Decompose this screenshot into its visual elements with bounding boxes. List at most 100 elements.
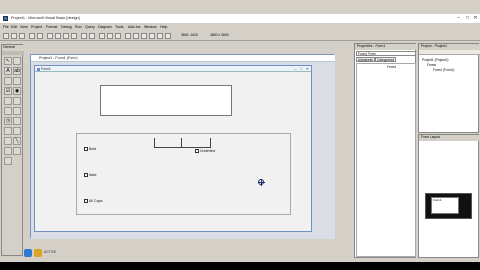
- listbox-tool-icon[interactable]: [13, 97, 21, 105]
- menu-edit[interactable]: Edit: [11, 25, 17, 29]
- menu-run[interactable]: Run: [75, 25, 82, 29]
- data-tool-icon[interactable]: [13, 147, 21, 155]
- tab-alphabetic[interactable]: Alphabetic: [356, 57, 375, 62]
- tree-node-project[interactable]: Project1 (Project1): [422, 58, 448, 62]
- close-button[interactable]: ✕: [472, 15, 479, 21]
- menu-project[interactable]: Project: [31, 25, 42, 29]
- timer-tool-icon[interactable]: ◷: [4, 117, 12, 125]
- shape-tool-icon[interactable]: [4, 137, 12, 145]
- tab-categorized[interactable]: Categorized: [375, 57, 397, 62]
- menu-query[interactable]: Query: [85, 25, 95, 29]
- optionbutton-tool-icon[interactable]: ◉: [13, 87, 21, 95]
- project-explorer: Project - Project1 Project1 (Project1) F…: [418, 43, 480, 133]
- picturebox-tool-icon[interactable]: [13, 57, 21, 65]
- combobox-tool-icon[interactable]: [4, 97, 12, 105]
- tree-node-form1[interactable]: Form1 (Form1): [433, 68, 454, 72]
- checkbox-all-caps-label: All Caps: [89, 199, 103, 203]
- image-tool-icon[interactable]: [4, 147, 12, 155]
- copy-icon[interactable]: [55, 32, 61, 39]
- end-icon[interactable]: [115, 32, 121, 39]
- frame-tool-icon[interactable]: [4, 77, 12, 85]
- form-position-label: Form1: [433, 198, 442, 202]
- properties-row-name: Form1: [387, 65, 397, 69]
- line-control[interactable]: [154, 147, 211, 148]
- properties-object-select[interactable]: Form1 Form: [356, 51, 416, 56]
- pointer-tool-icon[interactable]: ↖: [4, 57, 12, 65]
- toolbox-icon[interactable]: [157, 32, 163, 39]
- form-layout-icon[interactable]: [141, 32, 147, 39]
- open-icon[interactable]: [29, 32, 35, 39]
- find-icon[interactable]: [71, 32, 77, 39]
- maximize-button[interactable]: □: [464, 15, 471, 21]
- app-icon-blue[interactable]: [24, 249, 32, 257]
- minimize-button[interactable]: –: [455, 15, 462, 21]
- standard-toolbar: 3840, 1620 4800 x 3600: [0, 31, 480, 41]
- toolbox: General ↖ A ab ☑ ◉ ◷ ╲: [1, 44, 24, 256]
- form-caption: Form1: [41, 67, 51, 71]
- start-icon[interactable]: [99, 32, 105, 39]
- drivelistbox-tool-icon[interactable]: [13, 117, 21, 125]
- break-icon[interactable]: [107, 32, 113, 39]
- menu-debug[interactable]: Debug: [61, 25, 72, 29]
- app-icon-yellow[interactable]: [34, 249, 42, 257]
- checkbox-bold-label: Bold: [89, 147, 97, 151]
- menu-bar: File Edit View Project Format Debug Run …: [0, 23, 480, 31]
- line-marker-left: [154, 138, 155, 148]
- form-layout-title: Form Layout: [419, 135, 480, 141]
- menu-add-ins[interactable]: Add-Ins: [128, 25, 140, 29]
- menu-window[interactable]: Window: [144, 25, 157, 29]
- add-project-icon[interactable]: [3, 32, 9, 39]
- dirlistbox-tool-icon[interactable]: [4, 127, 12, 135]
- menu-file[interactable]: File: [3, 25, 9, 29]
- checkbox-underline[interactable]: [195, 149, 199, 153]
- save-icon[interactable]: [37, 32, 43, 39]
- line-tool-icon[interactable]: ╲: [13, 137, 21, 145]
- checkbox-bold[interactable]: [84, 147, 88, 151]
- line-marker-mid: [181, 138, 182, 148]
- hscrollbar-tool-icon[interactable]: [4, 107, 12, 115]
- vb-app-icon: [3, 16, 8, 21]
- letterbox-bar: [0, 262, 480, 270]
- project-explorer-icon[interactable]: [125, 32, 131, 39]
- menu-format[interactable]: Format: [46, 25, 57, 29]
- ole-tool-icon[interactable]: [4, 157, 12, 165]
- screen: Project1 - Microsoft Visual Basic [desig…: [0, 0, 480, 262]
- textbox-tool-icon[interactable]: ab: [13, 67, 21, 75]
- menu-tools[interactable]: Tools: [115, 25, 123, 29]
- toolbox-header: [2, 51, 24, 55]
- checkbox-underline-label: Underline: [200, 149, 216, 153]
- properties-window: Properties - Form1 Form1 Form Alphabetic…: [354, 43, 417, 258]
- paste-icon[interactable]: [63, 32, 69, 39]
- form-close-icon: ✕: [305, 66, 309, 71]
- commandbutton-tool-icon[interactable]: [13, 77, 21, 85]
- properties-title: Properties - Form1: [355, 44, 417, 50]
- redo-icon[interactable]: [89, 32, 95, 39]
- vscrollbar-tool-icon[interactable]: [13, 107, 21, 115]
- text-box-control[interactable]: [100, 85, 232, 116]
- filelistbox-tool-icon[interactable]: [13, 127, 21, 135]
- designer-title: Project1 - Form1 (Form): [39, 56, 78, 60]
- data-view-icon[interactable]: [165, 32, 171, 39]
- form-title-bar: Form1 – □ ✕: [35, 66, 311, 72]
- add-form-icon[interactable]: [11, 32, 17, 39]
- menu-view[interactable]: View: [20, 25, 28, 29]
- properties-grid[interactable]: Form1: [356, 63, 416, 257]
- form-maximize-icon: □: [300, 66, 303, 71]
- form-minimize-icon: –: [294, 66, 297, 71]
- menu-help[interactable]: Help: [160, 25, 167, 29]
- frame-control[interactable]: [76, 133, 291, 215]
- checkbox-italic[interactable]: [84, 173, 88, 177]
- title-bar: Project1 - Microsoft Visual Basic [desig…: [0, 14, 480, 23]
- label-tool-icon[interactable]: A: [4, 67, 12, 75]
- menu-diagram[interactable]: Diagram: [98, 25, 112, 29]
- checkbox-tool-icon[interactable]: ☑: [4, 87, 12, 95]
- checkbox-all-caps[interactable]: [84, 199, 88, 203]
- form-icon: [37, 67, 40, 71]
- tree-node-forms[interactable]: Forms: [427, 63, 436, 67]
- cut-icon[interactable]: [47, 32, 53, 39]
- menu-editor-icon[interactable]: [19, 32, 25, 39]
- object-browser-icon[interactable]: [149, 32, 155, 39]
- properties-window-icon[interactable]: [133, 32, 139, 39]
- checkbox-italic-label: Italic: [89, 173, 97, 177]
- undo-icon[interactable]: [81, 32, 87, 39]
